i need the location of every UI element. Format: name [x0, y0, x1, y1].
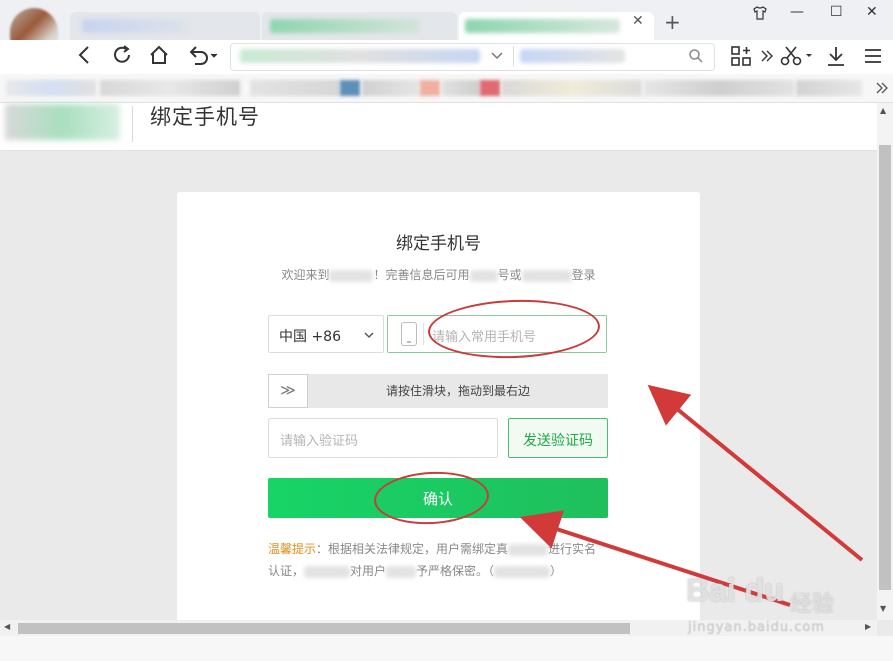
close-window-icon[interactable]: ✕: [866, 4, 878, 20]
tip-text: 对用户: [350, 564, 387, 578]
tab-title-blurred: [270, 19, 420, 33]
baidu-watermark-url: jingyan.baidu.com: [688, 620, 825, 635]
minimize-icon[interactable]: —: [790, 4, 804, 20]
status-bar: [0, 636, 893, 661]
subtitle-text: 欢迎来到: [281, 268, 330, 282]
bookmarks-more-icon[interactable]: [876, 80, 888, 99]
redacted-text: [469, 269, 498, 282]
home-icon[interactable]: [147, 44, 171, 71]
redacted-text: [494, 565, 551, 578]
chevron-down-icon: [363, 324, 375, 345]
divider: [513, 46, 514, 66]
redacted-text: [508, 543, 549, 556]
form-subtitle: 欢迎来到 ！完善信息后可用 号或 登录: [177, 266, 700, 283]
bookmark-blurred[interactable]: [340, 80, 360, 96]
header-divider: [132, 106, 133, 142]
scissors-icon[interactable]: [780, 45, 814, 71]
divider: [423, 323, 424, 345]
tip-text: 认证，: [268, 564, 305, 578]
subtitle-text: 号或: [497, 268, 522, 282]
bookmark-blurred[interactable]: [250, 80, 340, 96]
subtitle-text: ！完善信息后可用: [373, 268, 470, 282]
warm-tip: 温馨提示：根据相关法律规定，用户需绑定真 进行实名 认证， 对用户 予严格保密。（ ）: [268, 538, 608, 582]
baidu-watermark-text: 经验: [790, 592, 835, 617]
scroll-left-icon[interactable]: ◀: [4, 622, 10, 631]
mobile-phone-icon: [401, 322, 417, 346]
send-code-button[interactable]: 发送验证码: [508, 418, 608, 458]
bookmark-blurred[interactable]: [480, 80, 500, 96]
subtitle-text: 登录: [571, 268, 596, 282]
menu-icon[interactable]: [863, 46, 883, 70]
vertical-scroll-thumb[interactable]: [879, 145, 891, 590]
tab-title-blurred: [465, 19, 620, 33]
scroll-down-icon[interactable]: ▼: [880, 604, 886, 613]
tip-text: ：根据相关法律规定，用户需绑定真: [316, 542, 509, 556]
tip-text: 进行实名: [548, 542, 597, 556]
back-icon[interactable]: [73, 44, 97, 71]
horizontal-scroll-thumb[interactable]: [18, 623, 630, 634]
bookmark-blurred[interactable]: [362, 80, 420, 96]
chevron-down-icon[interactable]: [490, 48, 504, 67]
bookmark-blurred[interactable]: [796, 80, 862, 96]
url-blurred: [240, 49, 480, 63]
bookmark-blurred[interactable]: [100, 80, 240, 96]
redacted-text: [304, 565, 351, 578]
maximize-icon[interactable]: ☐: [830, 4, 843, 20]
slide-captcha-text: 请按住滑块，拖动到最右边: [385, 384, 530, 398]
redacted-text: [329, 269, 374, 282]
country-code-select[interactable]: 中国 +86: [268, 315, 384, 353]
bookmark-blurred[interactable]: [502, 80, 642, 96]
country-code-value: 中国 +86: [279, 329, 341, 345]
bookmark-blurred[interactable]: [420, 80, 440, 96]
scroll-right-icon[interactable]: ▶: [865, 622, 871, 631]
tip-text: 予严格保密。（: [416, 564, 495, 578]
shirt-icon[interactable]: [752, 5, 768, 25]
scroll-up-icon[interactable]: ▲: [880, 106, 886, 115]
bookmark-blurred[interactable]: [644, 80, 794, 96]
tab-title-blurred: [82, 19, 187, 33]
new-tab-icon[interactable]: +: [664, 10, 681, 34]
more-icon[interactable]: [760, 48, 774, 67]
tab-close-icon[interactable]: ✕: [632, 13, 644, 29]
download-icon[interactable]: [826, 45, 846, 71]
redacted-text: [521, 269, 572, 282]
site-logo[interactable]: [5, 104, 120, 140]
tip-label: 温馨提示: [268, 542, 317, 556]
bookmark-blurred[interactable]: [6, 80, 96, 96]
refresh-icon[interactable]: [110, 44, 134, 71]
slide-captcha-handle[interactable]: ≫: [268, 374, 308, 408]
undo-icon[interactable]: [186, 44, 220, 71]
page-title: 绑定手机号: [150, 105, 260, 129]
form-title: 绑定手机号: [396, 234, 481, 254]
search-icon[interactable]: [688, 48, 704, 68]
bookmark-blurred[interactable]: [442, 80, 480, 96]
url-blurred: [520, 49, 625, 63]
redacted-text: [386, 565, 417, 578]
tip-text: ）: [550, 564, 563, 578]
grid-icon[interactable]: [730, 45, 752, 71]
verification-code-placeholder: 请输入验证码: [280, 434, 359, 449]
baidu-watermark-logo: Bai du: [686, 572, 784, 608]
